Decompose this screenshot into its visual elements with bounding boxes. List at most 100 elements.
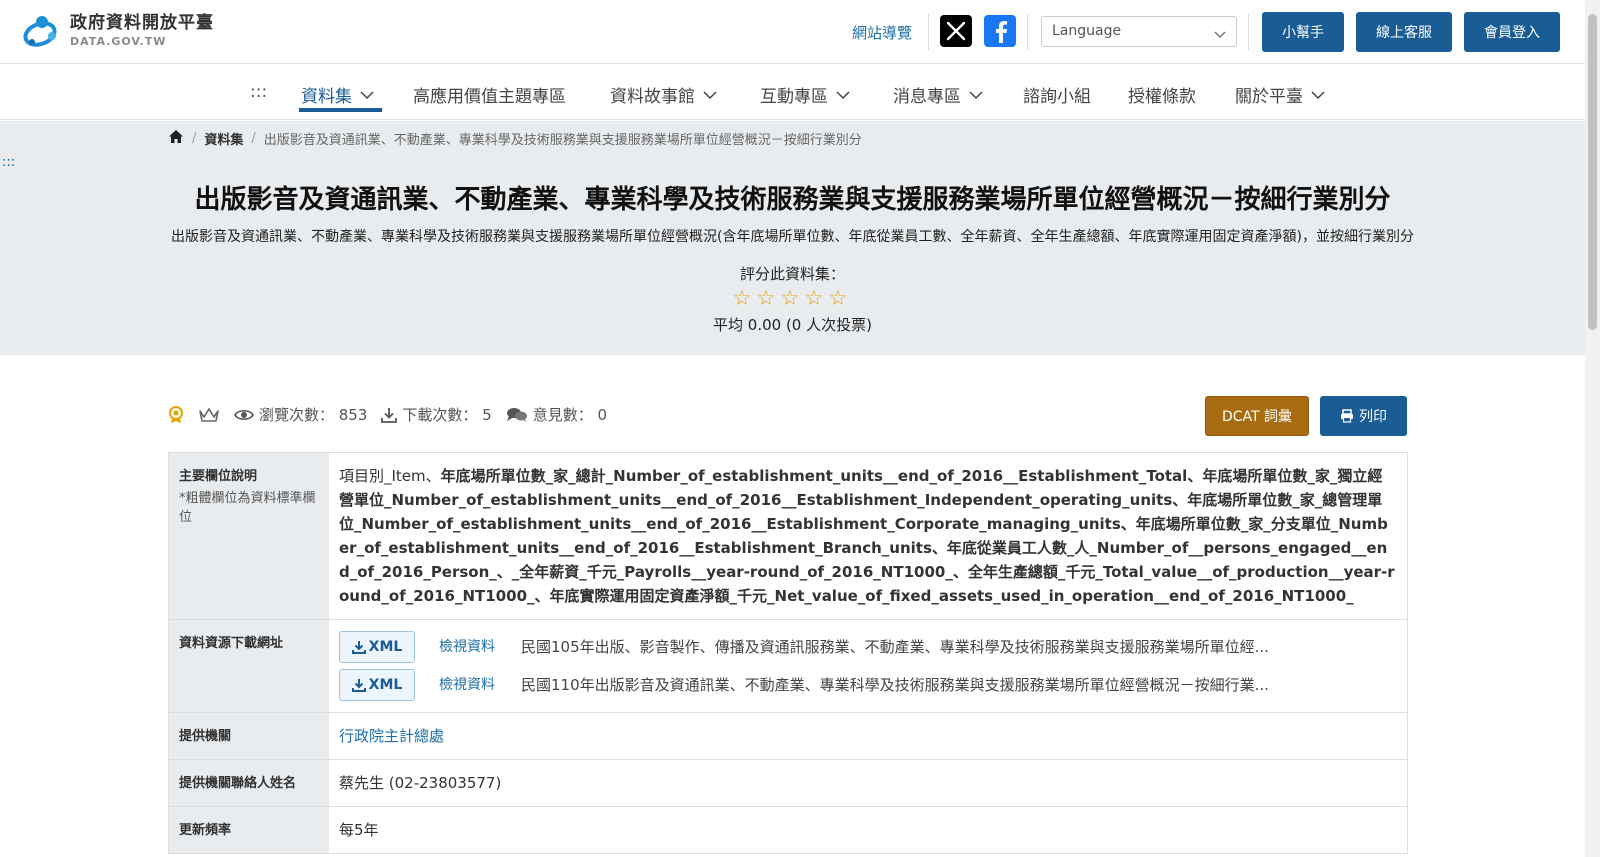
divider	[1248, 14, 1249, 50]
divider	[1027, 14, 1028, 50]
print-button[interactable]: 列印	[1320, 396, 1407, 436]
chevron-down-icon	[360, 85, 374, 105]
rating-average: 平均 0.00 (0 人次投票)	[713, 316, 872, 334]
nav-item-label: 消息專區	[893, 87, 961, 107]
logo-icon	[22, 12, 62, 50]
download-icon	[351, 640, 366, 654]
nav-item-license[interactable]: 授權條款	[1128, 82, 1196, 107]
chevron-down-icon	[969, 85, 983, 105]
star-icon[interactable]: ☆	[730, 287, 754, 309]
nav-item-label: 諮詢小組	[1023, 87, 1091, 107]
nav-item-stories[interactable]: 資料故事館	[610, 82, 717, 107]
nav-item-label: 關於平臺	[1235, 87, 1303, 107]
main-nav: ::: 資料集 高應用價值主題專區 資料故事館 互動專區 消息專區 諮詢小組 授…	[0, 64, 1585, 120]
nav-item-interactive[interactable]: 互動專區	[760, 82, 850, 107]
dataset-stats: 瀏覽次數： 853 下載次數： 5 意見數： 0	[168, 404, 621, 425]
resource-item: XML 檢視資料 民國105年出版、影音製作、傳播及資通訊服務業、不動產業、專業…	[339, 631, 1397, 663]
breadcrumb-datasets[interactable]: 資料集	[204, 129, 243, 148]
main-fields-note: *粗體欄位為資料標準欄位	[179, 491, 316, 525]
support-button[interactable]: 線上客服	[1356, 12, 1452, 52]
breadcrumb-separator: /	[251, 131, 256, 146]
resource-description: 民國105年出版、影音製作、傳播及資通訊服務業、不動產業、專業科學及技術服務業與…	[521, 638, 1269, 656]
badge-icon	[168, 405, 184, 424]
chevron-down-icon	[1311, 85, 1325, 105]
scrollbar-thumb[interactable]	[1588, 14, 1597, 330]
agency-link[interactable]: 行政院主計總處	[339, 727, 444, 745]
x-icon[interactable]	[940, 15, 972, 47]
site-header: 政府資料開放平臺 DATA.GOV.TW 網站導覽 Language 小幫手 線…	[0, 0, 1585, 64]
table-row: 更新頻率 每5年	[169, 807, 1407, 853]
table-row: 資料資源下載網址 XML 檢視資料 民國105年出版、影音製作、傳播及資通訊服務…	[169, 620, 1407, 713]
xml-label: XML	[368, 639, 403, 655]
nav-accesskey-dots[interactable]: :::	[250, 82, 267, 102]
nav-item-label: 資料故事館	[610, 87, 695, 107]
sitemap-link[interactable]: 網站導覽	[852, 22, 912, 43]
dcat-button[interactable]: DCAT 詞彙	[1205, 396, 1309, 436]
xml-download-button[interactable]: XML	[339, 631, 415, 663]
downloads-count: 下載次數： 5	[402, 406, 492, 424]
page-scrollbar[interactable]	[1585, 0, 1600, 857]
xml-download-button[interactable]: XML	[339, 669, 415, 701]
contact-header: 提供機關聯絡人姓名	[169, 760, 329, 806]
breadcrumb-current: 出版影音及資通訊業、不動產業、專業科學及技術服務業與支援服務業場所單位經營概況－…	[263, 133, 862, 148]
field-standard-list: 年底場所單位數_家_總計_Number_of_establishment_uni…	[339, 467, 1395, 605]
language-select-value: Language	[1052, 23, 1122, 39]
view-data-link[interactable]: 檢視資料	[439, 635, 499, 659]
comments-icon	[506, 407, 528, 423]
frequency-header: 更新頻率	[169, 807, 329, 853]
comments-stat: 意見數： 0	[506, 404, 607, 425]
main-fields-value: 項目別_Item、年底場所單位數_家_總計_Number_of_establis…	[329, 453, 1407, 619]
home-icon[interactable]	[168, 129, 184, 148]
chevron-down-icon	[1214, 27, 1226, 43]
star-icon[interactable]: ☆	[754, 287, 778, 309]
breadcrumb-separator: /	[192, 131, 197, 146]
field-item: 項目別_Item、	[339, 467, 441, 485]
resources-header: 資料資源下載網址	[169, 620, 329, 712]
agency-header: 提供機關	[169, 713, 329, 759]
view-data-link[interactable]: 檢視資料	[439, 673, 499, 697]
dataset-description: 出版影音及資通訊業、不動產業、專業科學及技術服務業與支援服務業場所單位經營概況(…	[171, 229, 1414, 245]
eye-icon	[234, 408, 254, 422]
login-button[interactable]: 會員登入	[1464, 12, 1560, 52]
resource-description: 民國110年出版影音及資通訊業、不動產業、專業科學及技術服務業與支援服務業場所單…	[521, 676, 1269, 694]
facebook-icon[interactable]	[984, 15, 1016, 47]
language-select[interactable]: Language	[1041, 16, 1237, 47]
nav-item-news[interactable]: 消息專區	[893, 82, 983, 107]
dataset-hero: / 資料集 / 出版影音及資通訊業、不動產業、專業科學及技術服務業與支援服務業場…	[0, 121, 1585, 355]
nav-item-label: 資料集	[301, 87, 352, 107]
rating-label: 評分此資料集：	[739, 265, 845, 283]
chevron-down-icon	[836, 85, 850, 105]
views-stat: 瀏覽次數： 853	[234, 404, 367, 425]
xml-label: XML	[368, 677, 403, 693]
resource-item: XML 檢視資料 民國110年出版影音及資通訊業、不動產業、專業科學及技術服務業…	[339, 669, 1397, 701]
comments-count: 意見數： 0	[532, 406, 608, 424]
breadcrumb: / 資料集 / 出版影音及資通訊業、不動產業、專業科學及技術服務業與支援服務業場…	[168, 129, 862, 148]
nav-item-about[interactable]: 關於平臺	[1235, 82, 1325, 107]
print-icon	[1340, 409, 1354, 423]
main-fields-title: 主要欄位說明	[179, 469, 258, 484]
divider	[928, 14, 929, 50]
table-row: 提供機關 行政院主計總處	[169, 713, 1407, 760]
nav-item-label: 授權條款	[1128, 87, 1196, 107]
nav-item-advisory[interactable]: 諮詢小組	[1023, 82, 1091, 107]
rating-stars: ☆ ☆ ☆ ☆ ☆	[730, 287, 850, 309]
nav-item-datasets[interactable]: 資料集	[301, 82, 374, 107]
content-accesskey-dots[interactable]: :::	[2, 155, 15, 170]
contact-value: 蔡先生 (02-23803577)	[339, 774, 502, 792]
star-icon[interactable]: ☆	[778, 287, 802, 309]
star-icon[interactable]: ☆	[802, 287, 826, 309]
table-row: 主要欄位說明 *粗體欄位為資料標準欄位 項目別_Item、年底場所單位數_家_總…	[169, 453, 1407, 620]
site-logo[interactable]: 政府資料開放平臺 DATA.GOV.TW	[22, 12, 214, 50]
resources-value: XML 檢視資料 民國105年出版、影音製作、傳播及資通訊服務業、不動產業、專業…	[329, 620, 1407, 712]
print-label: 列印	[1359, 409, 1387, 425]
main-fields-header: 主要欄位說明 *粗體欄位為資料標準欄位	[169, 453, 329, 619]
logo-title: 政府資料開放平臺	[70, 13, 214, 33]
helper-button[interactable]: 小幫手	[1262, 12, 1344, 52]
nav-item-high-value[interactable]: 高應用價值主題專區	[413, 82, 566, 107]
star-icon[interactable]: ☆	[826, 287, 850, 309]
nav-active-indicator	[299, 108, 382, 112]
chevron-down-icon	[703, 85, 717, 105]
dataset-details-table: 主要欄位說明 *粗體欄位為資料標準欄位 項目別_Item、年底場所單位數_家_總…	[168, 452, 1408, 854]
dataset-title: 出版影音及資通訊業、不動產業、專業科學及技術服務業與支援服務業場所單位經營概況－…	[194, 185, 1391, 215]
views-count: 瀏覽次數： 853	[259, 406, 368, 424]
